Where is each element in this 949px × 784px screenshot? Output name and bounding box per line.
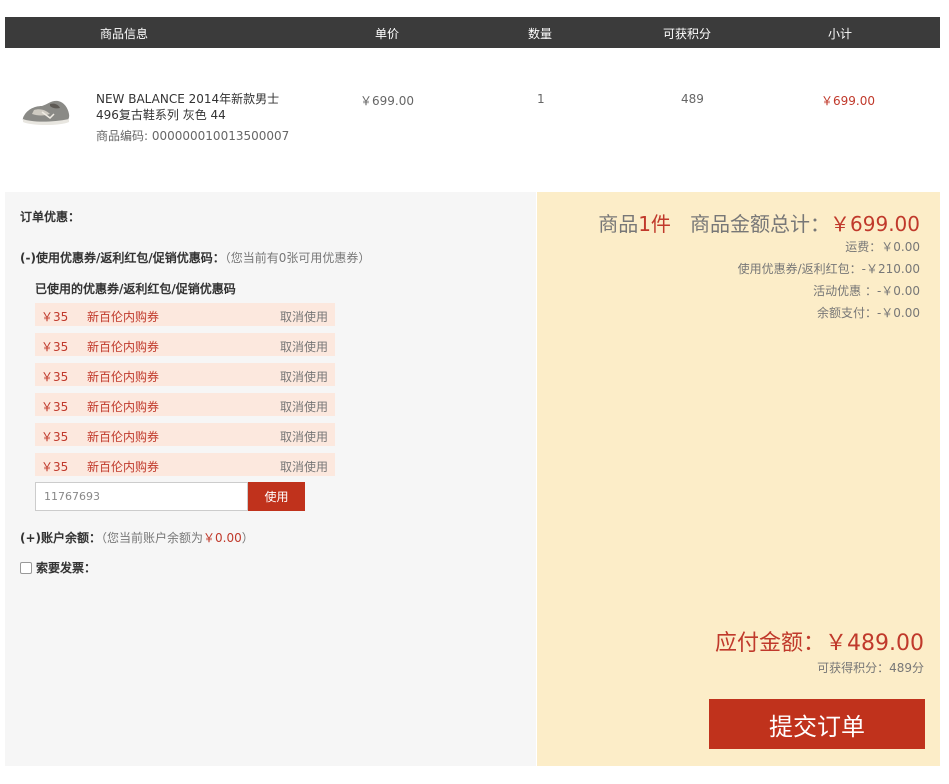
coupon-amount: ￥35 <box>41 400 69 414</box>
coupon-name: 新百伦内购券 <box>87 460 160 474</box>
product-code: 商品编码: 000000010013500007 <box>96 129 290 143</box>
cancel-coupon-link[interactable]: 取消使用 <box>280 458 328 475</box>
coupon-amount: ￥35 <box>41 430 69 444</box>
header-quantity: 数量 <box>528 27 553 41</box>
header-subtotal: 小计 <box>828 27 853 41</box>
product-unit-price: ￥699.00 <box>360 94 414 108</box>
used-coupon-item: ￥35 新百伦内购券 取消使用 <box>35 333 335 356</box>
used-coupon-item: ￥35 新百伦内购券 取消使用 <box>35 423 335 446</box>
coupon-deduction: 使用优惠券/返利红包：-￥210.00 <box>737 262 920 276</box>
cancel-coupon-link[interactable]: 取消使用 <box>280 428 328 445</box>
header-unit-price: 单价 <box>375 27 400 41</box>
amount-due-value: ￥489.00 <box>825 631 924 656</box>
product-quantity: 1 <box>537 92 545 106</box>
total-value: ￥699.00 <box>830 212 920 236</box>
item-count-prefix: 商品 <box>598 212 639 236</box>
product-row: NEW BALANCE 2014年新款男士496复古鞋系列 灰色 44 商品编码… <box>5 48 940 192</box>
product-name[interactable]: NEW BALANCE 2014年新款男士496复古鞋系列 灰色 44 <box>96 91 296 123</box>
coupon-section-toggle[interactable]: (-)使用优惠券/返利红包/促销优惠码：（您当前有0张可用优惠券） <box>20 249 370 266</box>
used-coupon-item: ￥35 新百伦内购券 取消使用 <box>35 393 335 416</box>
invoice-label[interactable]: 索要发票： <box>36 559 96 576</box>
balance-payment: 余额支付：-￥0.00 <box>816 306 920 320</box>
coupon-amount: ￥35 <box>41 340 69 354</box>
use-code-button[interactable]: 使用 <box>248 482 305 511</box>
summary-total-line: 商品1件 商品金额总计：￥699.00 <box>598 208 920 237</box>
account-balance-toggle[interactable]: (+)账户余额：（您当前账户余额为￥0.00） <box>20 529 254 546</box>
order-discount-title: 订单优惠： <box>20 210 81 224</box>
product-subtotal: ￥699.00 <box>821 94 875 108</box>
balance-hint-prefix: （您当前账户余额为 <box>101 531 204 545</box>
coupon-section-title[interactable]: (-)使用优惠券/返利红包/促销优惠码： <box>20 251 225 265</box>
cart-table-header: 商品信息 单价 数量 可获积分 小计 <box>5 17 940 48</box>
amount-due: 应付金额：￥489.00 <box>715 625 924 657</box>
invoice-checkbox[interactable] <box>20 561 32 574</box>
coupon-amount: ￥35 <box>41 370 69 384</box>
used-coupon-item: ￥35 新百伦内购券 取消使用 <box>35 363 335 386</box>
header-product-info: 商品信息 <box>100 27 149 41</box>
cancel-coupon-link[interactable]: 取消使用 <box>280 308 328 325</box>
submit-order-button[interactable]: 提交订单 <box>709 699 925 749</box>
coupon-name: 新百伦内购券 <box>87 370 160 384</box>
amount-due-label: 应付金额： <box>715 631 826 656</box>
activity-discount: 活动优惠 ：-￥0.00 <box>813 284 920 298</box>
coupon-amount: ￥35 <box>41 310 69 324</box>
cancel-coupon-link[interactable]: 取消使用 <box>280 338 328 355</box>
product-points: 489 <box>681 92 704 106</box>
coupon-amount: ￥35 <box>41 460 69 474</box>
promo-code-input[interactable] <box>35 482 248 511</box>
used-coupon-item: ￥35 新百伦内购券 取消使用 <box>35 453 335 476</box>
total-label: 商品金额总计： <box>690 212 831 236</box>
balance-hint-suffix: ） <box>241 531 254 545</box>
earn-points: 可获得积分：489分 <box>817 661 924 675</box>
balance-amount: ￥0.00 <box>203 531 242 545</box>
cancel-coupon-link[interactable]: 取消使用 <box>280 398 328 415</box>
header-points: 可获积分 <box>663 27 712 41</box>
order-summary-panel: 商品1件 商品金额总计：￥699.00 运费：￥0.00 使用优惠券/返利红包：… <box>537 192 940 766</box>
used-coupons-title: 已使用的优惠券/返利红包/促销优惠码 <box>35 282 236 296</box>
item-count: 1件 <box>638 212 671 236</box>
coupon-name: 新百伦内购券 <box>87 430 160 444</box>
fee-breakdown: 运费：￥0.00 使用优惠券/返利红包：-￥210.00 活动优惠 ：-￥0.0… <box>738 236 920 324</box>
coupon-name: 新百伦内购券 <box>87 400 160 414</box>
used-coupon-item: ￥35 新百伦内购券 取消使用 <box>35 303 335 326</box>
shoe-icon[interactable] <box>20 92 72 132</box>
order-discount-panel: 订单优惠： (-)使用优惠券/返利红包/促销优惠码：（您当前有0张可用优惠券） … <box>5 192 536 766</box>
coupon-name: 新百伦内购券 <box>87 340 160 354</box>
account-balance-title[interactable]: (+)账户余额： <box>20 531 101 545</box>
shipping-fee: 运费：￥0.00 <box>845 240 920 254</box>
coupon-hint: （您当前有0张可用优惠券） <box>224 251 371 265</box>
cancel-coupon-link[interactable]: 取消使用 <box>280 368 328 385</box>
invoice-option[interactable]: 索要发票： <box>20 559 96 576</box>
coupon-name: 新百伦内购券 <box>87 310 160 324</box>
